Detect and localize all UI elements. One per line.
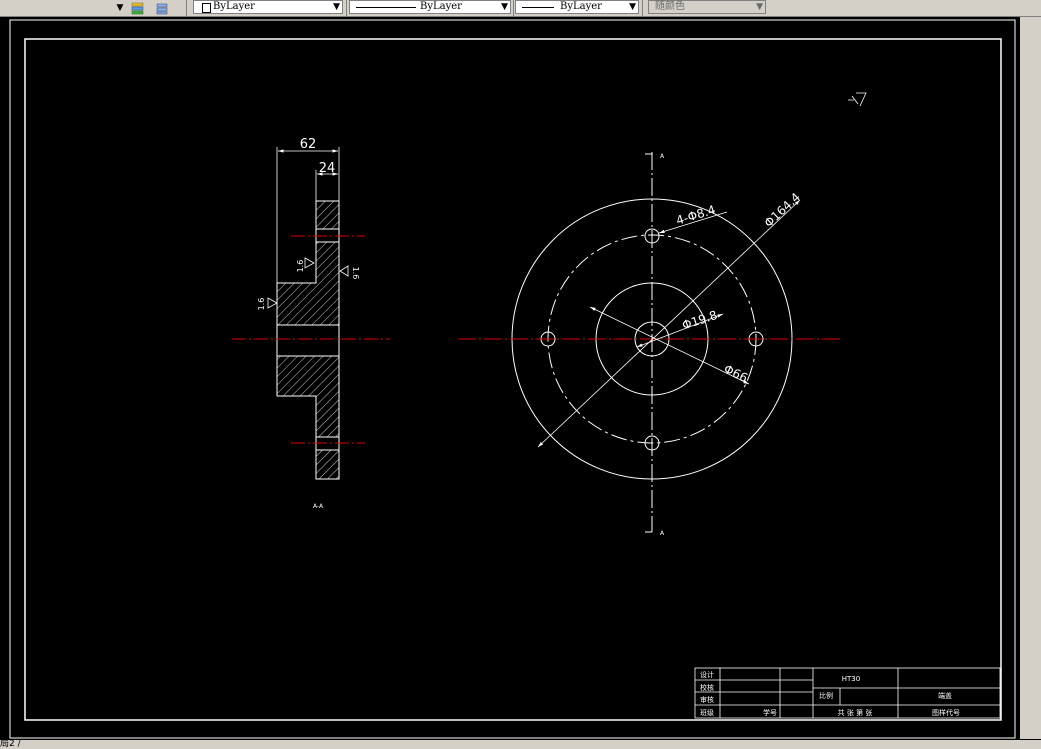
title-sheet-info: 共 张 第 张 (838, 708, 873, 717)
outer-frame (9, 19, 1016, 739)
vertical-scrollbar[interactable] (1020, 17, 1041, 739)
dim-text-62: 62 (300, 137, 317, 152)
linetype-control-combo[interactable]: ByLayer ▼ (349, 0, 511, 14)
front-view: A A Φ164.4 4-Φ8.4 Φ19.8 Φ66 (458, 92, 867, 537)
section-mark-top: A (660, 153, 665, 160)
layout-tab-label[interactable]: 局2 / (0, 739, 21, 749)
toolbar-separator (346, 0, 347, 16)
color-control-combo[interactable]: ByLayer ▼ (193, 0, 343, 14)
dim-text-24: 24 (319, 161, 336, 176)
title-row-review: 审核 (700, 695, 714, 704)
title-drawing-no: 图样代号 (932, 708, 960, 717)
section-mark-bottom: A (660, 530, 665, 537)
plotstyle-control-value: 随颜色 (655, 1, 685, 12)
chevron-down-icon[interactable]: ▼ (629, 1, 636, 13)
lineweight-control-combo[interactable]: ByLayer ▼ (515, 0, 639, 14)
lineweight-sample (522, 7, 554, 8)
roughness-symbol-2 (339, 265, 349, 277)
title-row-check: 校核 (700, 683, 714, 692)
side-section-view: 62 24 1.6 1.6 1.6 A-A (232, 137, 390, 510)
dim-text-hub: Φ66 (722, 362, 750, 385)
chevron-down-icon: ▼ (756, 2, 763, 12)
layer-previous-icon[interactable] (154, 0, 170, 15)
roughness-value-2: 1.6 (351, 267, 360, 280)
roughness-symbol-3 (267, 297, 278, 309)
hatch-lower-flange (316, 396, 339, 437)
toolbar-separator (642, 0, 643, 16)
hatch-top-flange (315, 200, 340, 230)
toolbar-separator (186, 0, 187, 16)
toolbar-separator (513, 0, 514, 16)
title-row-class: 班级 (700, 708, 714, 717)
hatch-bottom-flange (315, 449, 340, 480)
inner-frame (24, 38, 1002, 721)
color-control-value: ByLayer (213, 1, 255, 12)
roughness-symbol-1 (304, 257, 315, 269)
title-part-name: 端盖 (938, 691, 952, 700)
roughness-general-icon (856, 92, 867, 107)
hatch-upper-hub (277, 283, 316, 325)
dim-text-bore: Φ19.8 (680, 308, 719, 332)
properties-toolbar: ▼ ByLayer ▼ ByLayer ▼ ByLayer ▼ 随颜色 ▼ (0, 0, 1041, 17)
title-student-no: 学号 (763, 708, 777, 717)
roughness-value-3: 1.6 (257, 298, 266, 311)
color-swatch-icon (202, 3, 211, 13)
chevron-down-icon[interactable]: ▼ (501, 1, 508, 13)
plotstyle-control-combo: 随颜色 ▼ (648, 0, 766, 14)
drawing-canvas[interactable]: 62 24 1.6 1.6 1.6 A-A A A Φ164.4 4-Φ8.4 … (0, 17, 1020, 739)
title-scale-label: 比例 (819, 691, 833, 700)
layer-states-icon[interactable] (130, 0, 146, 15)
linetype-sample (356, 7, 416, 8)
linetype-control-value: ByLayer (420, 1, 462, 12)
hatch-upper-flange (316, 242, 339, 325)
hatch-lower-hub (277, 356, 339, 396)
title-material: HT30 (842, 675, 860, 683)
dim-text-outer-diameter: Φ164.4 (761, 190, 803, 230)
section-label: A-A (313, 503, 324, 510)
layer-dropdown-arrow[interactable]: ▼ (114, 1, 126, 15)
dim-line-outer-diameter (537, 199, 801, 448)
lineweight-control-value: ByLayer (560, 1, 602, 12)
layout-tab-bar[interactable] (0, 740, 1041, 749)
chevron-down-icon[interactable]: ▼ (333, 1, 340, 13)
title-row-design: 设计 (700, 670, 714, 679)
roughness-value-1: 1.6 (296, 260, 305, 273)
